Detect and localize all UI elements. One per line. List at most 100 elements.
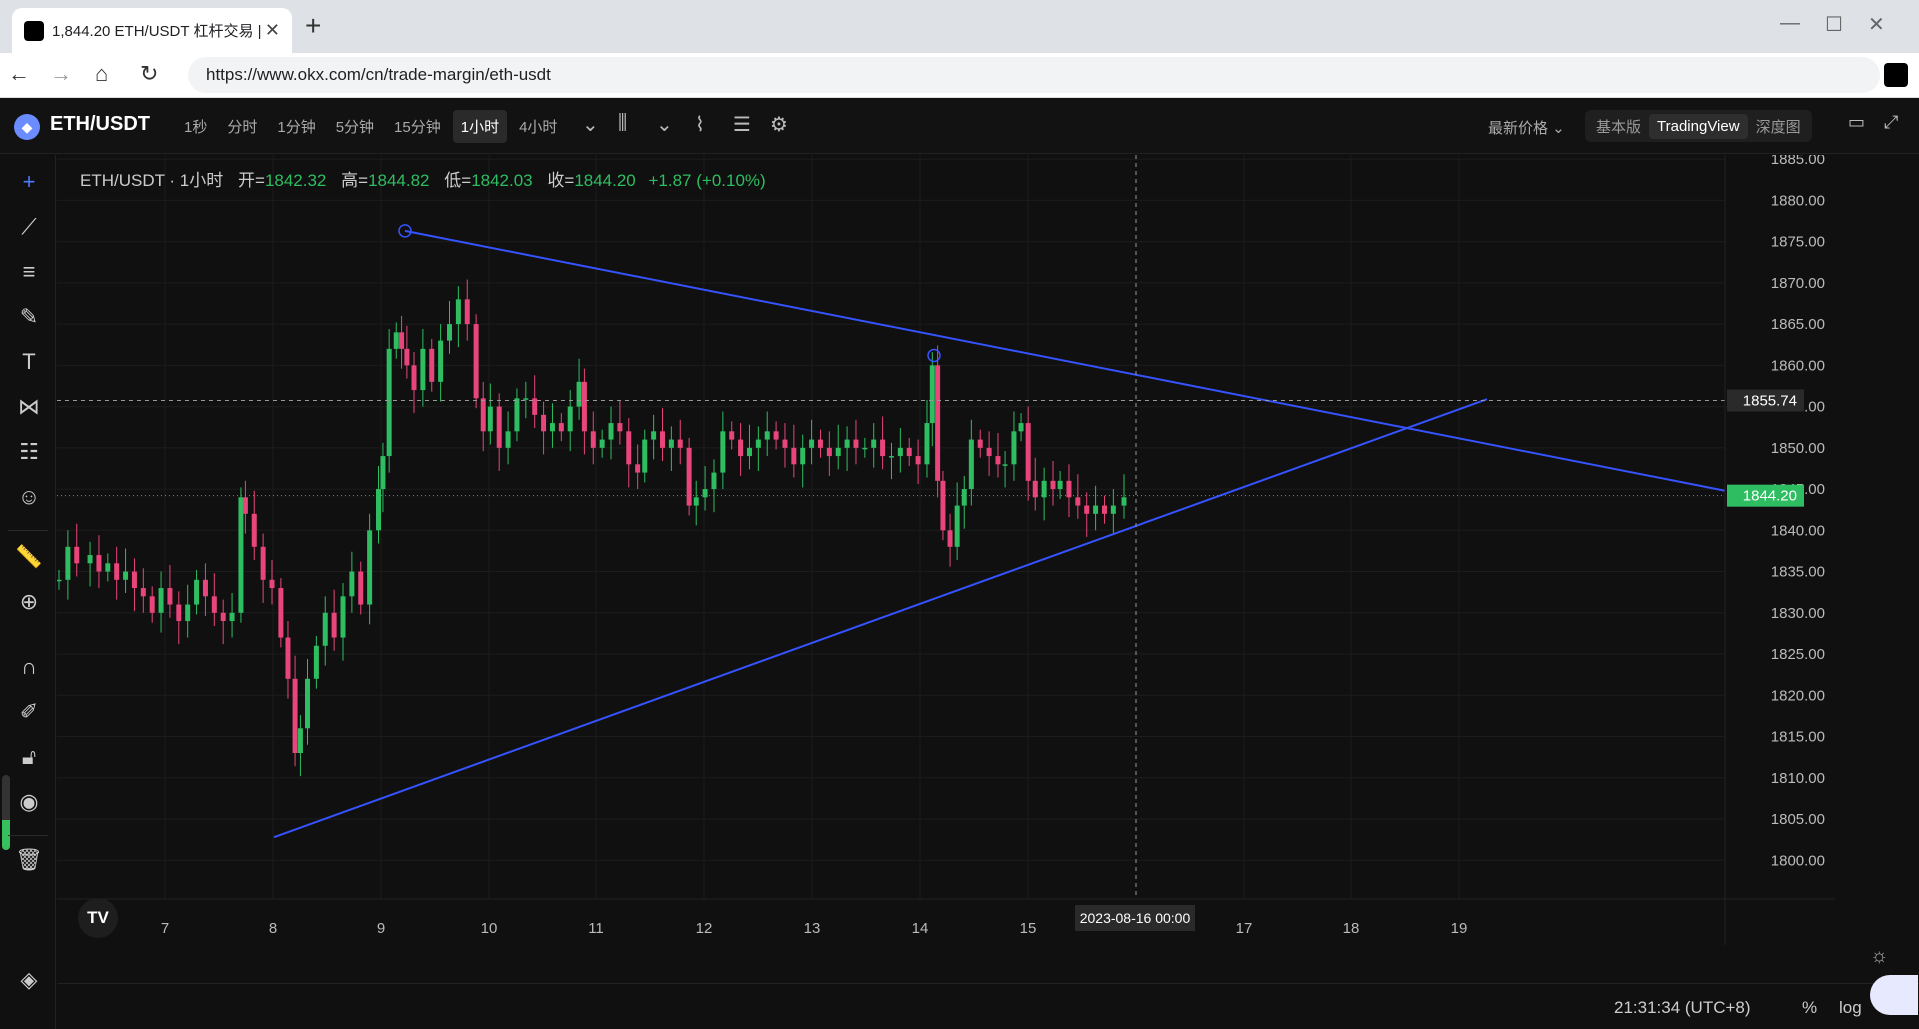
trendline-icon[interactable]: ⟋ — [14, 212, 44, 242]
home-icon[interactable]: ⌂ — [95, 61, 108, 87]
candle-body — [642, 439, 648, 473]
candle-body — [1018, 423, 1024, 432]
browser-tabstrip: 1,844.20 ETH/USDT 杠杆交易 | ... ✕ + — ☐ ✕ — [0, 0, 1919, 53]
y-tick-label: 1805.00 — [1771, 811, 1825, 828]
x-tick-label: 12 — [696, 920, 713, 937]
candle-body — [711, 472, 717, 490]
y-tick-label: 1875.00 — [1771, 234, 1825, 251]
close-window-icon[interactable]: ✕ — [1868, 12, 1885, 37]
layers-icon[interactable]: ◈ — [14, 965, 44, 995]
y-tick-label: 1885.00 — [1771, 155, 1825, 168]
interval-3[interactable]: 5分钟 — [328, 110, 382, 143]
candle-body — [608, 423, 614, 440]
candle-body — [96, 555, 102, 572]
templates-icon[interactable]: ☰ — [733, 112, 751, 137]
chat-fab[interactable] — [1870, 975, 1918, 1015]
reload-icon[interactable]: ↻ — [140, 61, 158, 87]
candle-type-dropdown-icon[interactable]: ⌄ — [656, 112, 673, 137]
crosshair-icon[interactable]: + — [14, 167, 44, 197]
legend-open-label: 开= — [238, 171, 265, 190]
clock: 21:31:34 (UTC+8) — [1614, 998, 1751, 1017]
candle-body — [149, 596, 155, 613]
candle-body — [322, 612, 328, 646]
candle-body — [496, 406, 502, 448]
candle-body — [853, 439, 859, 448]
candle-body — [74, 546, 80, 564]
ruler-icon[interactable]: 📏 — [14, 542, 44, 572]
tradingview-logo[interactable]: TV — [78, 898, 118, 938]
trading-header: ◆ ETH/USDT 1秒 分时 1分钟 5分钟 15分钟 1小时 4小时 ⌄ ⫼ ⌄ ⌇ … — [0, 98, 1919, 154]
y-tick-label: 1840.00 — [1771, 522, 1825, 539]
settings-gear-icon[interactable]: ⚙ — [770, 112, 788, 137]
candle-body — [651, 431, 657, 440]
y-tick-label: 1835.00 — [1771, 564, 1825, 581]
crosshair-price-label: 1855.74 — [1743, 392, 1797, 409]
candle-body — [1002, 464, 1008, 466]
interval-1[interactable]: 分时 — [219, 110, 265, 143]
fullscreen-icon[interactable]: ⤢ — [1884, 112, 1898, 133]
indicators-icon[interactable]: ⌇ — [695, 112, 705, 137]
layout-icon[interactable]: ▭ — [1848, 112, 1865, 133]
candle-body — [238, 497, 244, 613]
interval-6[interactable]: 4小时 — [511, 110, 565, 143]
log-toggle[interactable]: log — [1839, 998, 1862, 1018]
minimize-icon[interactable]: — — [1780, 12, 1800, 35]
browser-tab[interactable]: 1,844.20 ETH/USDT 杠杆交易 | ... ✕ — [12, 8, 292, 53]
maximize-icon[interactable]: ☐ — [1825, 12, 1843, 37]
candle-type-icon[interactable]: ⫼ — [618, 112, 627, 135]
magnet-icon[interactable]: ∩ — [14, 652, 44, 682]
brush-icon[interactable]: ✎ — [14, 302, 44, 332]
fib-icon[interactable]: ≡ — [14, 257, 44, 287]
x-tick-label: 9 — [377, 920, 385, 937]
tab-close-icon[interactable]: ✕ — [265, 20, 280, 41]
percent-toggle[interactable]: % — [1802, 998, 1817, 1018]
back-icon[interactable]: ← — [8, 61, 30, 87]
candle-body — [464, 299, 470, 325]
x-tick-label: 7 — [161, 920, 169, 937]
toolbar-separator — [8, 835, 48, 836]
pattern-icon[interactable]: ⋈ — [14, 392, 44, 422]
forward-icon[interactable]: → — [50, 61, 72, 87]
zoom-slider[interactable] — [2, 775, 10, 850]
emoji-icon[interactable]: ☺ — [14, 482, 44, 512]
lock-drawing-icon[interactable]: ✐ — [14, 697, 44, 727]
text-icon[interactable]: T — [14, 347, 44, 377]
trash-icon[interactable]: 🗑︎ — [14, 845, 44, 875]
address-bar[interactable]: https://www.okx.com/cn/trade-margin/eth-… — [188, 57, 1880, 93]
candle-body — [826, 447, 832, 457]
candle-body — [140, 588, 146, 597]
candle-body — [331, 612, 337, 638]
candle-body — [269, 579, 275, 589]
candle-body — [211, 596, 217, 613]
candle-body — [764, 431, 770, 440]
interval-4[interactable]: 15分钟 — [386, 110, 449, 143]
x-tick-label: 8 — [269, 920, 277, 937]
view-tab-1[interactable]: TradingView — [1649, 113, 1748, 139]
x-tick-label: 19 — [1451, 920, 1468, 937]
candle-body — [915, 456, 921, 465]
candle-body — [986, 447, 992, 457]
chart-statusbar: 21:31:34 (UTC+8) % log — [57, 983, 1919, 1029]
new-tab-icon[interactable]: + — [305, 12, 321, 40]
view-tab-0[interactable]: 基本版 — [1588, 112, 1649, 141]
eye-icon[interactable]: ◉ — [14, 787, 44, 817]
zoom-icon[interactable]: ⊕ — [14, 587, 44, 617]
candle-body — [411, 365, 417, 391]
price-chart[interactable]: 1885.00 1880.00 1875.00 1870.00 1865.00 1860.… — [57, 155, 1835, 945]
interval-0[interactable]: 1秒 — [176, 110, 215, 143]
price-mode-select[interactable]: 最新价格 ⌄ — [1488, 117, 1565, 138]
interval-dropdown-icon[interactable]: ⌄ — [582, 112, 599, 137]
forecast-icon[interactable]: ☷ — [14, 437, 44, 467]
view-tab-2[interactable]: 深度图 — [1748, 112, 1809, 141]
legend-low-label: 低= — [444, 171, 472, 190]
interval-2[interactable]: 1分钟 — [269, 110, 323, 143]
candle-body — [455, 299, 461, 325]
candle-body — [65, 546, 71, 580]
lock-icon[interactable]: 🔓︎ — [14, 742, 44, 772]
candle-body — [924, 423, 930, 465]
settings-icon[interactable]: ☼ — [1870, 945, 1888, 968]
interval-5[interactable]: 1小时 — [452, 110, 508, 143]
pair-selector[interactable]: ETH/USDT — [50, 113, 150, 136]
candle-body — [590, 431, 596, 448]
okx-extension-icon[interactable] — [1884, 63, 1908, 87]
